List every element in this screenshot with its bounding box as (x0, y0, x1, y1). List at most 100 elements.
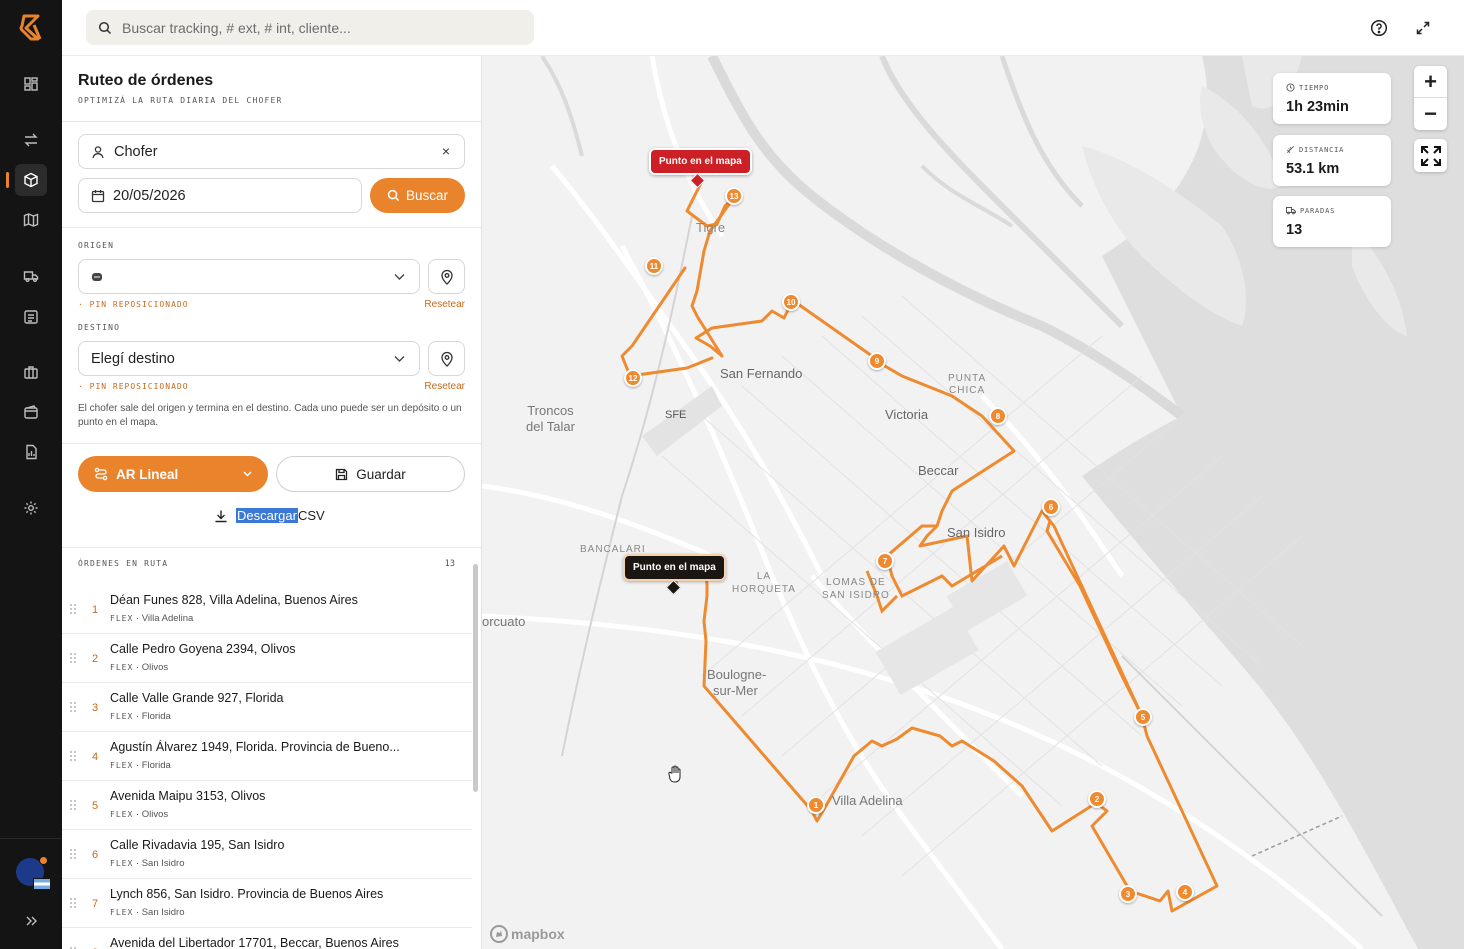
route-stop-marker[interactable]: 10 (782, 293, 800, 311)
drag-handle-icon[interactable] (69, 750, 77, 762)
route-map[interactable]: San Fernando Victoria Beccar San Isidro … (482, 56, 1464, 949)
order-separator: · (133, 858, 142, 869)
argentina-flag-icon (33, 878, 51, 890)
algorithm-label: AR Lineal (116, 466, 179, 482)
orders-list-icon[interactable] (15, 301, 47, 333)
save-button[interactable]: Guardar (276, 456, 465, 492)
zoom-in-button[interactable]: + (1414, 66, 1447, 98)
brand-logo[interactable] (16, 12, 46, 42)
origin-select[interactable] (78, 259, 420, 294)
zoom-controls: + − (1414, 66, 1447, 130)
map-label-san-fernando: San Fernando (720, 366, 803, 381)
route-stop-marker[interactable]: 11 (645, 257, 663, 275)
order-row[interactable]: 2 Calle Pedro Goyena 2394, Olivos FLEX · O… (62, 634, 472, 683)
route-note: El chofer sale del origen y termina en e… (78, 403, 462, 428)
drag-handle-icon[interactable] (69, 897, 77, 909)
search-icon (98, 21, 112, 34)
route-stop-marker[interactable]: 2 (1088, 790, 1106, 808)
origin-reset-link[interactable]: Resetear (424, 299, 465, 310)
mapbox-logo[interactable]: mapbox (490, 925, 565, 943)
order-row[interactable]: 7 Lynch 856, San Isidro. Provincia de Bue… (62, 879, 472, 928)
download-csv-link[interactable]: DescargarCSV (214, 508, 325, 523)
map-label-punta-line2: CHICA (949, 385, 986, 396)
hand-cursor-icon (668, 765, 684, 788)
map-label-lomas-line1: LOMAS DE (826, 577, 886, 588)
search-input[interactable]: Buscar tracking, # ext, # int, cliente..… (122, 20, 351, 36)
route-stop-marker[interactable]: 6 (1042, 498, 1060, 516)
briefcase-icon[interactable] (15, 356, 47, 388)
route-stop-marker[interactable]: 13 (725, 187, 743, 205)
route-stop-marker[interactable]: 1 (807, 796, 825, 814)
order-tag: FLEX (110, 761, 134, 770)
page-title: Ruteo de órdenes (78, 72, 214, 89)
order-row[interactable]: 5 Avenida Maipu 3153, Olivos FLEX · Olivos (62, 781, 472, 830)
save-button-label: Guardar (356, 466, 406, 482)
map-label-tigre: Tigre (696, 220, 726, 235)
order-number: 4 (92, 751, 99, 763)
map-label-boulogne-line2: sur-Mer (713, 683, 758, 698)
order-separator: · (133, 711, 142, 722)
map-icon[interactable] (15, 204, 47, 236)
order-number: 7 (92, 898, 99, 910)
route-stop-marker[interactable]: 8 (989, 407, 1007, 425)
search-button[interactable]: Buscar (370, 178, 465, 213)
route-stop-marker[interactable]: 5 (1134, 708, 1152, 726)
algorithm-dropdown[interactable]: AR Lineal (78, 456, 268, 492)
drag-handle-icon[interactable] (69, 848, 77, 860)
drag-handle-icon[interactable] (69, 652, 77, 664)
map-label-troncos: Troncos del Talar (526, 403, 575, 435)
route-stop-marker[interactable]: 9 (868, 352, 886, 370)
order-row[interactable]: 6 Calle Rivadavia 195, San Isidro FLEX · S… (62, 830, 472, 879)
driver-select[interactable]: Chofer × (78, 134, 465, 169)
order-row[interactable]: 3 Calle Valle Grande 927, Florida FLEX · F… (62, 683, 472, 732)
order-row[interactable]: 8Avenida del Libertador 17701, Beccar, B… (62, 928, 472, 949)
destination-reset-link[interactable]: Resetear (424, 381, 465, 392)
drag-handle-icon[interactable] (69, 701, 77, 713)
drag-handle-icon[interactable] (69, 603, 77, 615)
order-address: Agustín Álvarez 1949, Florida. Provincia… (110, 740, 400, 754)
order-locality: Florida (141, 711, 171, 722)
app-rail (0, 0, 62, 949)
fullscreen-icon[interactable] (1411, 16, 1435, 40)
destination-pin-button[interactable] (428, 341, 465, 376)
order-separator: · (133, 907, 142, 918)
user-avatar[interactable] (16, 856, 51, 890)
zoom-out-button[interactable]: − (1414, 98, 1447, 130)
route-stop-marker[interactable]: 4 (1176, 883, 1194, 901)
dashboard-icon[interactable] (15, 68, 47, 100)
destination-select[interactable]: Elegí destino (78, 341, 420, 376)
global-search[interactable]: Buscar tracking, # ext, # int, cliente..… (86, 10, 534, 45)
origin-pin-button[interactable] (428, 259, 465, 294)
route-stop-marker[interactable]: 7 (876, 552, 894, 570)
transfers-icon[interactable] (15, 124, 47, 156)
origin-label: ORIGEN (78, 241, 115, 250)
mapbox-attribution: mapbox (511, 926, 565, 942)
order-row[interactable]: 4 Agustín Álvarez 1949, Florida. Provinci… (62, 732, 472, 781)
settings-icon[interactable] (15, 492, 47, 524)
order-row[interactable]: 1 Déan Funes 828, Villa Adelina, Buenos A… (62, 585, 472, 634)
order-tag: FLEX (110, 908, 134, 917)
user-icon (92, 145, 104, 158)
order-meta: FLEX · Olivos (110, 662, 168, 673)
map-label-horqueta-line2: HORQUETA (732, 584, 796, 595)
drag-handle-icon[interactable] (69, 799, 77, 811)
clear-icon[interactable]: × (442, 143, 450, 159)
report-icon[interactable] (15, 436, 47, 468)
package-icon[interactable] (6, 164, 47, 196)
time-stat-value: 1h 23min (1286, 99, 1349, 115)
download-format: CSV (297, 508, 325, 523)
orders-scrollbar[interactable] (472, 556, 480, 949)
wallet-icon[interactable] (15, 396, 47, 428)
order-number: 1 (92, 604, 99, 616)
truck-icon[interactable] (15, 260, 47, 292)
map-label-torcuato: orcuato (482, 614, 526, 629)
search-button-label: Buscar (405, 188, 449, 203)
help-icon[interactable] (1367, 16, 1391, 40)
fit-bounds-button[interactable] (1414, 139, 1447, 172)
date-field[interactable]: 20/05/2026 (78, 178, 362, 213)
distance-stat-card: DISTANCIA 53.1 km (1273, 135, 1391, 186)
truck-icon (1286, 207, 1296, 215)
route-stop-marker[interactable]: 3 (1119, 885, 1137, 903)
route-stop-marker[interactable]: 12 (624, 369, 642, 387)
expand-sidebar-icon[interactable] (15, 905, 47, 937)
